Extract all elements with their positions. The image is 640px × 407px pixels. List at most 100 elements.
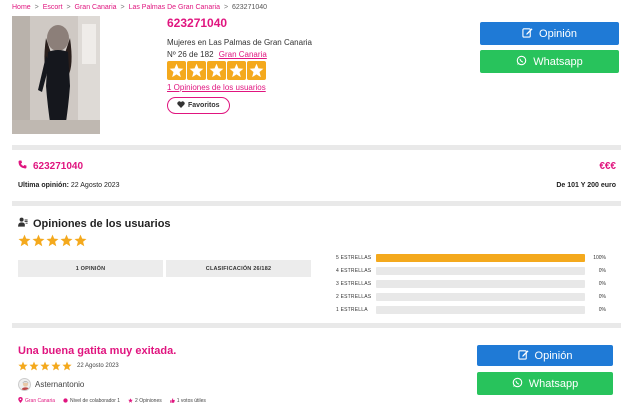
profile-info: 623271040 Mujeres en Las Palmas de Gran …: [167, 16, 312, 114]
rating-row-2: 2 ESTRELLAS 0%: [336, 290, 606, 303]
contact-phone[interactable]: 623271040: [18, 160, 83, 172]
opinions-title: Opiniones de los usuarios: [33, 217, 171, 230]
author-name: Asternantonio: [35, 380, 85, 389]
star-icon: [46, 234, 59, 247]
star-icon: [187, 61, 206, 80]
star-icon: [207, 61, 226, 80]
rating-percent: 0%: [598, 267, 606, 274]
meta-level: Nivel de colaborador 1: [63, 397, 120, 405]
star-icon: [128, 397, 133, 405]
opinion-count-box: 1 OPINIÓN: [18, 260, 163, 277]
whatsapp-button-label: Whatsapp: [528, 377, 579, 390]
rating-label: 3 ESTRELLAS: [336, 280, 372, 287]
section-divider: [12, 145, 621, 150]
opinion-button-top[interactable]: Opinión: [480, 22, 619, 45]
meta-votes: 1 votos útiles: [169, 397, 206, 405]
rating-percent: 0%: [598, 306, 606, 313]
rating-row-5: 5 ESTRELLAS 100%: [336, 251, 606, 264]
opinions-count-link[interactable]: 1 Opiniones de los usuarios: [167, 83, 312, 92]
review-rating-stars: [18, 361, 72, 371]
rating-row-1: 1 ESTRELLA 0%: [336, 303, 606, 316]
whatsapp-button-label: Whatsapp: [533, 55, 583, 68]
meta-votes-text: 1 votos útiles: [176, 398, 206, 404]
edit-icon: [517, 349, 529, 363]
whatsapp-icon: [512, 377, 523, 391]
section-divider: [12, 323, 621, 328]
rating-breakdown: 5 ESTRELLAS 100% 4 ESTRELLAS 0% 3 ESTREL…: [336, 251, 606, 316]
thumbs-up-icon: [169, 397, 175, 405]
star-icon: [74, 234, 87, 247]
opinions-section-title: Opiniones de los usuarios: [18, 217, 171, 230]
breadcrumb-separator: >: [120, 4, 125, 11]
star-icon: [227, 61, 246, 80]
rating-label: 2 ESTRELLAS: [336, 293, 372, 300]
star-icon: [29, 361, 39, 371]
edit-icon: [522, 27, 533, 41]
rating-label: 5 ESTRELLAS: [336, 254, 372, 261]
meta-location[interactable]: Gran Canaria: [18, 397, 55, 405]
section-divider: [12, 201, 621, 206]
rating-percent: 0%: [598, 280, 606, 287]
star-icon: [62, 361, 72, 371]
profile-rating-stars: [167, 61, 312, 80]
profile-rank: Nº 26 de 182 Gran Canaria: [167, 50, 312, 59]
rating-bar-track: [376, 305, 585, 314]
breadcrumb-las-palmas[interactable]: Las Palmas De Gran Canaria: [129, 4, 220, 11]
last-opinion: Ultima opinión: 22 Agosto 2023: [18, 182, 120, 189]
profile-photo[interactable]: [12, 16, 100, 134]
rating-percent: 100%: [593, 254, 606, 261]
star-icon: [51, 361, 61, 371]
profile-category: Mujeres en Las Palmas de Gran Canaria: [167, 38, 312, 47]
star-icon: [40, 361, 50, 371]
meta-location-text: Gran Canaria: [25, 398, 56, 404]
star-icon: [60, 234, 73, 247]
rating-percent: 0%: [598, 293, 606, 300]
breadcrumb-separator: >: [223, 4, 229, 11]
rating-bar-track: [376, 279, 585, 288]
classification-box: CLASIFICACIÓN 26/182: [166, 260, 311, 277]
avatar: [18, 378, 31, 391]
rating-bar-track: [376, 266, 585, 275]
meta-opinions-text: 2 Opiniones: [135, 398, 162, 404]
review-title: Una buena gatita muy exitada.: [18, 345, 177, 357]
location-pin-icon: [18, 397, 23, 405]
star-icon: [247, 61, 266, 80]
users-icon: [18, 217, 28, 230]
review-author[interactable]: Asternantonio: [18, 378, 84, 391]
meta-opinions: 2 Opiniones: [128, 397, 162, 405]
review-date: 22 Agosto 2023: [77, 363, 119, 369]
breadcrumb-separator: >: [66, 4, 71, 11]
favorites-button[interactable]: Favoritos: [167, 97, 230, 114]
review-rating: 22 Agosto 2023: [18, 361, 119, 371]
favorites-label: Favoritos: [188, 102, 220, 109]
breadcrumb-separator: >: [34, 4, 39, 11]
breadcrumb-home[interactable]: Home: [12, 4, 31, 11]
rating-label: 4 ESTRELLAS: [336, 267, 372, 274]
rating-row-4: 4 ESTRELLAS 0%: [336, 264, 606, 277]
heart-icon: [177, 101, 185, 110]
meta-level-text: Nivel de colaborador 1: [70, 398, 121, 404]
whatsapp-button-top[interactable]: Whatsapp: [480, 50, 619, 73]
rank-location-link[interactable]: Gran Canaria: [219, 50, 267, 59]
breadcrumb-current: 623271040: [232, 4, 268, 11]
last-opinion-date: 22 Agosto 2023: [70, 182, 120, 189]
level-icon: [63, 397, 68, 405]
opinions-rating-stars: [18, 234, 87, 247]
phone-icon: [18, 160, 27, 172]
profile-phone-title: 623271040: [167, 16, 228, 30]
price-symbol: €€€: [599, 161, 616, 172]
star-icon: [18, 234, 31, 247]
rating-bar-track: [376, 292, 585, 301]
rating-label: 1 ESTRELLA: [336, 306, 368, 313]
opinion-button-label: Opinión: [534, 349, 573, 362]
breadcrumb: Home > Escort > Gran Canaria > Las Palma…: [12, 4, 267, 11]
breadcrumb-escort[interactable]: Escort: [43, 4, 63, 11]
rank-text: Nº 26 de 182: [167, 50, 214, 59]
opinion-button-review[interactable]: Opinión: [477, 345, 613, 366]
star-icon: [32, 234, 45, 247]
contact-phone-number: 623271040: [33, 160, 84, 172]
rating-row-3: 3 ESTRELLAS 0%: [336, 277, 606, 290]
whatsapp-button-review[interactable]: Whatsapp: [477, 372, 613, 395]
whatsapp-icon: [516, 55, 527, 69]
breadcrumb-gran-canaria[interactable]: Gran Canaria: [75, 4, 117, 11]
